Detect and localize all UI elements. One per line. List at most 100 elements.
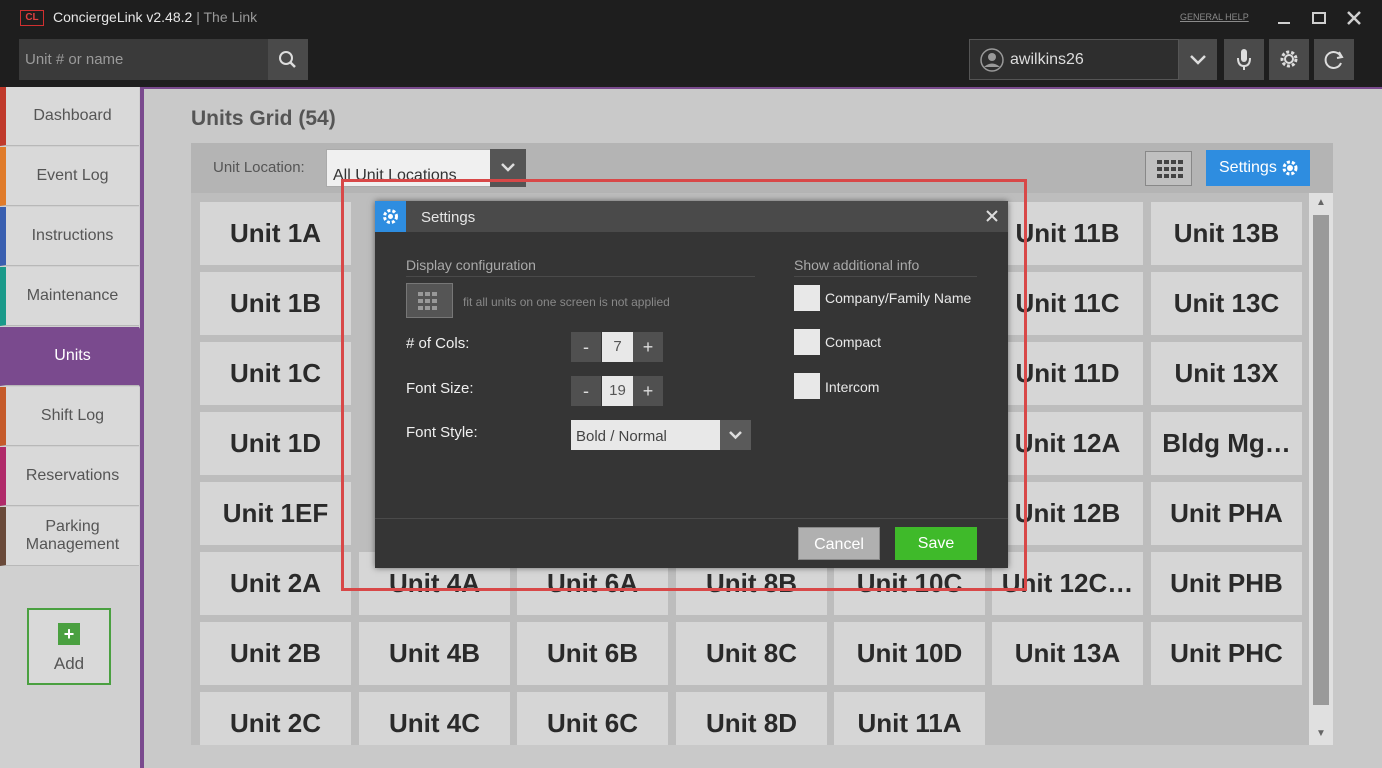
sidebar-item-reservations[interactable]: Reservations — [0, 447, 139, 506]
sidebar-item-units[interactable]: Units — [0, 327, 139, 386]
close-icon — [1347, 11, 1361, 25]
save-button[interactable]: Save — [895, 527, 977, 560]
unit-tile[interactable]: Unit 11C — [992, 272, 1143, 335]
font-size-value[interactable]: 19 — [602, 376, 633, 406]
font-style-dropdown-button[interactable] — [720, 420, 751, 450]
font-size-decrement-button[interactable]: - — [571, 376, 601, 406]
cols-value[interactable]: 7 — [602, 332, 633, 362]
gear-icon — [383, 209, 398, 224]
compact-checkbox[interactable] — [794, 329, 820, 355]
chevron-down-icon — [501, 163, 515, 172]
unit-tile[interactable]: Unit PHC — [1151, 622, 1302, 685]
cols-increment-button[interactable]: + — [633, 332, 663, 362]
cols-decrement-button[interactable]: - — [571, 332, 601, 362]
unit-tile[interactable]: Unit 2C — [200, 692, 351, 745]
unit-tile[interactable]: Unit 13A — [992, 622, 1143, 685]
sidebar-item-label: Parking Management — [25, 518, 120, 553]
section-divider — [794, 276, 977, 277]
user-menu-toggle[interactable] — [1179, 39, 1217, 80]
unit-tile[interactable]: Unit 4B — [359, 622, 510, 685]
refresh-button[interactable] — [1314, 39, 1354, 80]
refresh-icon — [1324, 51, 1344, 69]
unit-tile[interactable]: Unit 6B — [517, 622, 668, 685]
unit-tile[interactable]: Unit 13C — [1151, 272, 1302, 335]
unit-tile[interactable]: Unit 10D — [834, 622, 985, 685]
unit-tile[interactable]: Unit 1A — [200, 202, 351, 265]
maximize-button[interactable] — [1307, 6, 1331, 30]
company-family-name-checkbox[interactable] — [794, 285, 820, 311]
sidebar-item-parking-management[interactable]: Parking Management — [0, 507, 139, 566]
scroll-down-icon[interactable]: ▼ — [1314, 727, 1328, 741]
unit-tile[interactable]: Unit 12A — [992, 412, 1143, 475]
unit-tile[interactable]: Unit 12B — [992, 482, 1143, 545]
grid-view-button[interactable] — [1145, 151, 1192, 186]
sidebar-item-instructions[interactable]: Instructions — [0, 207, 139, 266]
username: awilkins26 — [1010, 51, 1084, 68]
unit-tile[interactable]: Unit 13X — [1151, 342, 1302, 405]
show-additional-info-header: Show additional info — [794, 257, 920, 273]
unit-tile[interactable]: Unit PHA — [1151, 482, 1302, 545]
settings-button[interactable]: Settings — [1206, 150, 1310, 186]
cols-label: # of Cols: — [406, 335, 470, 352]
sidebar-item-event-log[interactable]: Event Log — [0, 147, 139, 206]
unit-location-dropdown-button[interactable] — [490, 149, 526, 187]
plus-icon: + — [58, 623, 80, 645]
intercom-checkbox[interactable] — [794, 373, 820, 399]
cancel-button[interactable]: Cancel — [798, 527, 880, 560]
unit-tile[interactable]: Unit 1D — [200, 412, 351, 475]
general-help-link[interactable]: GENERAL HELP — [1180, 12, 1249, 22]
vertical-scrollbar[interactable]: ▲ ▼ — [1309, 193, 1333, 745]
unit-tile[interactable]: Unit 11D — [992, 342, 1143, 405]
unit-tile[interactable]: Bldg Mg… — [1151, 412, 1302, 475]
unit-tile[interactable]: Unit 2A — [200, 552, 351, 615]
unit-tile[interactable]: Unit 1C — [200, 342, 351, 405]
unit-location-select[interactable]: All Unit Locations — [326, 149, 492, 187]
font-style-select[interactable]: Bold / Normal — [571, 420, 720, 450]
dialog-title-bar: Settings — [375, 201, 1008, 232]
title-bar: CL ConciergeLink v2.48.2 | The Link GENE… — [0, 0, 1382, 36]
sidebar-item-dashboard[interactable]: Dashboard — [0, 87, 139, 146]
app-subtitle: The Link — [203, 9, 258, 25]
unit-tile[interactable]: Unit 8C — [676, 622, 827, 685]
unit-tile[interactable]: Unit 11A — [834, 692, 985, 745]
sidebar-item-maintenance[interactable]: Maintenance — [0, 267, 139, 326]
display-configuration-header: Display configuration — [406, 257, 536, 273]
fit-all-units-toggle[interactable] — [406, 283, 453, 318]
unit-tile[interactable]: Unit 4C — [359, 692, 510, 745]
minimize-button[interactable] — [1272, 6, 1296, 30]
grid-icon — [1157, 160, 1183, 178]
app-name: ConciergeLink v2.48.2 — [53, 9, 193, 25]
unit-tile[interactable]: Unit 2B — [200, 622, 351, 685]
unit-tile[interactable]: Unit 13B — [1151, 202, 1302, 265]
unit-tile[interactable]: Unit 1B — [200, 272, 351, 335]
font-style-label: Font Style: — [406, 424, 478, 441]
unit-search-input[interactable] — [19, 39, 268, 80]
dialog-footer-divider — [375, 518, 1008, 519]
unit-tile[interactable]: Unit 12C… — [992, 552, 1143, 615]
dialog-title: Settings — [421, 209, 476, 226]
user-dropdown[interactable]: awilkins26 — [969, 39, 1179, 80]
unit-tile[interactable]: Unit 1EF — [200, 482, 351, 545]
sidebar-item-shift-log[interactable]: Shift Log — [0, 387, 139, 446]
unit-tile[interactable]: Unit 6C — [517, 692, 668, 745]
sidebar-item-label: Reservations — [25, 467, 120, 484]
settings-gear-button[interactable] — [1269, 39, 1309, 80]
unit-tile[interactable]: Unit PHB — [1151, 552, 1302, 615]
font-size-increment-button[interactable]: + — [633, 376, 663, 406]
section-divider — [406, 276, 755, 277]
search-button[interactable] — [268, 39, 308, 80]
unit-tile[interactable]: Unit 11B — [992, 202, 1143, 265]
sidebar-item-label: Instructions — [31, 227, 114, 244]
microphone-button[interactable] — [1224, 39, 1264, 80]
dialog-close-button[interactable] — [983, 207, 1001, 225]
gear-icon — [1282, 160, 1298, 176]
scroll-up-icon[interactable]: ▲ — [1314, 196, 1328, 210]
add-button[interactable]: + Add — [27, 608, 111, 685]
close-window-button[interactable] — [1342, 6, 1366, 30]
scrollbar-thumb[interactable] — [1313, 215, 1329, 705]
filter-bar: Unit Location: All Unit Locations Settin… — [191, 143, 1333, 193]
app-logo: CL — [20, 10, 44, 26]
unit-tile[interactable]: Unit 8D — [676, 692, 827, 745]
sidebar-item-label: Dashboard — [33, 107, 112, 124]
top-bar: awilkins26 — [0, 36, 1382, 87]
